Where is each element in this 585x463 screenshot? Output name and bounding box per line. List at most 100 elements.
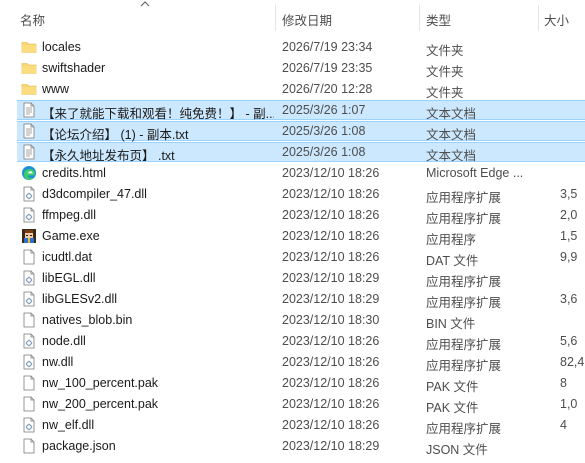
file-modified-date: 2023/12/10 18:26 <box>282 166 380 180</box>
file-type: 应用程序扩展 <box>426 191 502 205</box>
dll-icon <box>21 354 37 370</box>
file-modified-date: 2023/12/10 18:29 <box>282 292 380 306</box>
dll-icon <box>21 207 37 223</box>
file-modified-date: 2023/12/10 18:29 <box>282 439 380 453</box>
file-size: 4 <box>560 418 567 432</box>
file-type: 应用程序扩展 <box>426 296 502 310</box>
column-divider[interactable] <box>419 5 420 31</box>
file-name: Game.exe <box>42 229 100 243</box>
column-header-type[interactable]: 类型 <box>426 10 451 29</box>
file-row[interactable]: icudtl.dat 2023/12/10 18:26 DAT 文件 9,9 <box>0 247 585 268</box>
file-row[interactable]: swiftshader 2026/7/19 23:35 文件夹 <box>0 58 585 79</box>
blank-file-icon <box>21 396 37 412</box>
file-modified-date: 2023/12/10 18:26 <box>282 229 380 243</box>
file-type: 应用程序扩展 <box>426 359 502 373</box>
column-divider[interactable] <box>275 5 276 31</box>
file-type: 应用程序扩展 <box>426 275 502 289</box>
file-name: 【来了就能下载和观看！纯免费！】 - 副... <box>42 107 274 121</box>
column-divider[interactable] <box>538 5 539 31</box>
blank-file-icon <box>21 249 37 265</box>
file-size: 82,4 <box>560 355 585 369</box>
dll-icon <box>21 270 37 286</box>
file-type: 应用程序扩展 <box>426 338 502 352</box>
file-name: nw_200_percent.pak <box>42 397 159 411</box>
dll-icon <box>21 291 37 307</box>
file-row[interactable]: natives_blob.bin 2023/12/10 18:30 BIN 文件 <box>0 310 585 331</box>
file-row[interactable]: credits.html 2023/12/10 18:26 Microsoft Ed… <box>0 163 585 184</box>
file-row[interactable]: Game.exe 2023/12/10 18:26 应用程序 1,5 <box>0 226 585 247</box>
file-name: credits.html <box>42 166 106 180</box>
file-row[interactable]: www 2026/7/20 12:28 文件夹 <box>0 79 585 100</box>
folder-icon <box>21 60 37 76</box>
file-modified-date: 2023/12/10 18:29 <box>282 271 380 285</box>
file-modified-date: 2025/3/26 1:07 <box>282 103 366 117</box>
blank-file-icon <box>21 438 37 454</box>
file-name: nw_elf.dll <box>42 418 95 432</box>
file-size: 2,0 <box>560 208 578 222</box>
file-name: nw.dll <box>42 355 74 369</box>
edge-icon <box>21 165 37 181</box>
dll-icon <box>21 417 37 433</box>
file-type: BIN 文件 <box>426 317 476 331</box>
column-header-bar: 名称 修改日期 类型 大小 <box>0 0 585 34</box>
file-type: 应用程序扩展 <box>426 212 502 226</box>
file-modified-date: 2023/12/10 18:26 <box>282 187 380 201</box>
file-type: Microsoft Edge ... <box>426 166 524 180</box>
file-type: 文件夹 <box>426 86 464 100</box>
file-row[interactable]: 【来了就能下载和观看！纯免费！】 - 副... 2025/3/26 1:07 文本文… <box>0 100 585 121</box>
file-row[interactable]: nw_elf.dll 2023/12/10 18:26 应用程序扩展 4 <box>0 415 585 436</box>
file-row[interactable]: locales 2026/7/19 23:34 文件夹 <box>0 37 585 58</box>
column-header-size[interactable]: 大小 <box>544 10 569 29</box>
file-type: 文本文档 <box>426 149 477 163</box>
file-modified-date: 2026/7/19 23:34 <box>282 40 373 54</box>
file-name: 【论坛介绍】 (1) - 副本.txt <box>42 128 189 142</box>
file-size: 5,6 <box>560 334 578 348</box>
text-document-icon <box>21 123 37 139</box>
file-modified-date: 2023/12/10 18:26 <box>282 250 380 264</box>
file-name: libGLESv2.dll <box>42 292 118 306</box>
file-row[interactable]: nw.dll 2023/12/10 18:26 应用程序扩展 82,4 <box>0 352 585 373</box>
blank-file-icon <box>21 312 37 328</box>
dll-icon <box>21 333 37 349</box>
file-size: 1,0 <box>560 397 578 411</box>
file-name: package.json <box>42 439 116 453</box>
file-row[interactable]: d3dcompiler_47.dll 2023/12/10 18:26 应用程序扩展… <box>0 184 585 205</box>
file-modified-date: 2025/3/26 1:08 <box>282 124 366 138</box>
file-row[interactable]: nw_100_percent.pak 2023/12/10 18:26 PAK 文件… <box>0 373 585 394</box>
file-type: JSON 文件 <box>426 443 488 457</box>
file-row[interactable]: 【论坛介绍】 (1) - 副本.txt 2025/3/26 1:08 文本文档 <box>0 121 585 142</box>
file-row[interactable]: node.dll 2023/12/10 18:26 应用程序扩展 5,6 <box>0 331 585 352</box>
file-row[interactable]: nw_200_percent.pak 2023/12/10 18:26 PAK 文件… <box>0 394 585 415</box>
column-header-name[interactable]: 名称 <box>20 10 45 29</box>
folder-icon <box>21 81 37 97</box>
file-type: 文件夹 <box>426 65 464 79</box>
file-size: 9,9 <box>560 250 578 264</box>
file-name: www <box>42 82 70 96</box>
file-row[interactable]: ffmpeg.dll 2023/12/10 18:26 应用程序扩展 2,0 <box>0 205 585 226</box>
file-name: nw_100_percent.pak <box>42 376 159 390</box>
file-type: 文件夹 <box>426 44 464 58</box>
file-name: locales <box>42 40 81 54</box>
file-modified-date: 2023/12/10 18:26 <box>282 397 380 411</box>
file-modified-date: 2023/12/10 18:26 <box>282 376 380 390</box>
file-modified-date: 2023/12/10 18:26 <box>282 418 380 432</box>
file-type: PAK 文件 <box>426 380 479 394</box>
file-row[interactable]: libEGL.dll 2023/12/10 18:29 应用程序扩展 <box>0 268 585 289</box>
file-row[interactable]: 【永久地址发布页】 .txt 2025/3/26 1:08 文本文档 <box>0 142 585 163</box>
file-type: 应用程序扩展 <box>426 422 502 436</box>
file-name: node.dll <box>42 334 86 348</box>
game-exe-icon <box>21 228 37 244</box>
file-size: 3,6 <box>560 292 578 306</box>
text-document-icon <box>21 144 37 160</box>
file-row[interactable]: package.json 2023/12/10 18:29 JSON 文件 <box>0 436 585 457</box>
file-name: icudtl.dat <box>42 250 93 264</box>
file-row[interactable]: libGLESv2.dll 2023/12/10 18:29 应用程序扩展 3,6 <box>0 289 585 310</box>
column-header-date[interactable]: 修改日期 <box>282 10 332 29</box>
file-modified-date: 2026/7/20 12:28 <box>282 82 373 96</box>
file-modified-date: 2026/7/19 23:35 <box>282 61 373 75</box>
file-size: 8 <box>560 376 567 390</box>
sort-ascending-icon <box>140 1 150 7</box>
file-size: 1,5 <box>560 229 578 243</box>
file-type: PAK 文件 <box>426 401 479 415</box>
file-modified-date: 2025/3/26 1:08 <box>282 145 366 159</box>
